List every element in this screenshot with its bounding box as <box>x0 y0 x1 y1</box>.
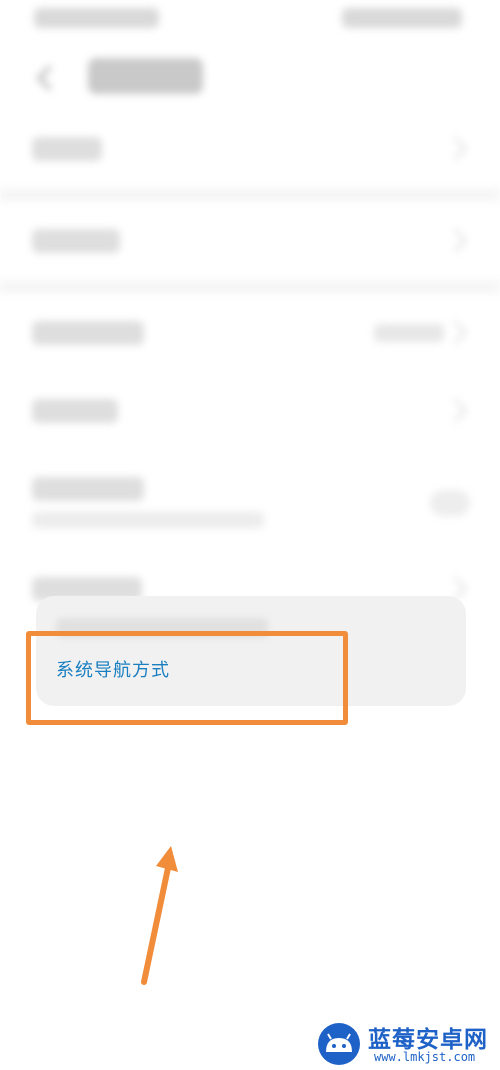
chevron-right-icon <box>443 320 468 345</box>
settings-row-label <box>32 137 102 161</box>
status-bar-left <box>34 8 159 28</box>
settings-row-value <box>374 324 444 342</box>
status-bar-right <box>342 8 462 28</box>
settings-row-label <box>32 477 144 501</box>
settings-row-label <box>32 229 120 253</box>
settings-row[interactable] <box>0 110 500 188</box>
chevron-right-icon <box>443 228 468 253</box>
settings-row-label <box>32 321 144 345</box>
watermark-title: 蓝莓安卓网 <box>368 1027 488 1053</box>
settings-row[interactable] <box>0 294 500 372</box>
arrow-head <box>156 846 178 872</box>
status-bar <box>0 0 500 40</box>
section-divider <box>0 280 500 294</box>
settings-list <box>0 110 500 628</box>
arrow-shaft <box>141 865 171 985</box>
chevron-right-icon <box>443 136 468 161</box>
settings-row-label <box>32 399 118 423</box>
settings-row[interactable] <box>0 372 500 450</box>
watermark-url: www.lmkjst.com <box>374 1050 476 1064</box>
chevron-right-icon <box>443 398 468 423</box>
settings-row[interactable] <box>0 202 500 280</box>
back-arrow-icon[interactable] <box>30 60 64 94</box>
toggle-switch[interactable] <box>430 490 470 516</box>
section-divider <box>0 188 500 202</box>
settings-row[interactable] <box>0 450 500 550</box>
settings-row-description <box>32 512 264 528</box>
android-robot-icon <box>318 1023 360 1065</box>
page-title <box>88 58 203 94</box>
watermark: 蓝莓安卓网 www.lmkjst.com <box>316 1020 500 1070</box>
highlight-annotation-box <box>26 631 348 725</box>
